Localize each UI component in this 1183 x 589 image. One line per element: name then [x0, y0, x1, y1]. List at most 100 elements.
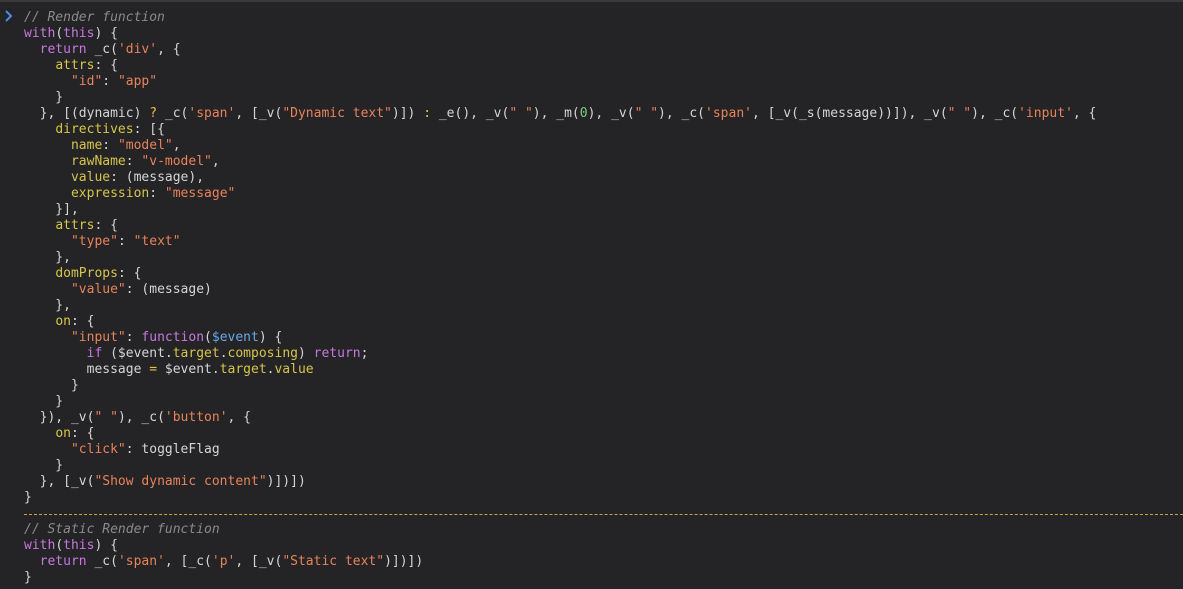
code-token: ($event. — [102, 346, 173, 361]
code-line: name: "model", — [24, 138, 1183, 154]
code-token: // Render function — [24, 10, 165, 25]
code-token: }), _v( — [24, 410, 95, 425]
code-line: } — [24, 490, 1183, 506]
code-token: 'input' — [1018, 106, 1073, 121]
code-line: expression: "message" — [24, 186, 1183, 202]
code-line: attrs: { — [24, 218, 1183, 234]
code-token: $event — [211, 330, 259, 345]
code-token: // Static Render function — [24, 522, 220, 537]
code-token: )]) — [391, 106, 424, 121]
code-token: _e(), _v( — [431, 106, 510, 121]
code-line: "input": function($event) { — [24, 330, 1183, 346]
code-token: , { — [1072, 106, 1097, 121]
code-line: }, [(dynamic) ? _c('span', [_v("Dynamic … — [24, 106, 1183, 122]
code-token: : — [125, 330, 142, 345]
code-line: }, [_v("Show dynamic content")])]) — [24, 474, 1183, 490]
code-token: "model" — [117, 138, 173, 153]
code-token: _c( — [157, 106, 189, 121]
code-line: }], — [24, 202, 1183, 218]
code-token: "click" — [70, 442, 126, 457]
code-token: $event. — [157, 362, 220, 377]
code-line: "value": (message) — [24, 282, 1183, 298]
code-token: "message" — [164, 186, 236, 201]
code-line: }, — [24, 298, 1183, 314]
code-token: : — [125, 154, 142, 169]
code-token: " " — [94, 410, 118, 425]
code-line: value: (message), — [24, 170, 1183, 186]
code-token: "Show dynamic content" — [94, 474, 267, 489]
code-line: } — [24, 570, 1183, 586]
code-line: attrs: { — [24, 58, 1183, 74]
code-token: )])]) — [384, 554, 424, 569]
code-token: : — [149, 186, 165, 201]
code-token: " " — [634, 106, 659, 121]
code-token: 'span' — [188, 106, 236, 121]
code-token: }, [(dynamic) — [24, 106, 150, 121]
code-token: ), _m( — [532, 106, 580, 121]
code-token: "id" — [70, 74, 103, 89]
code-token: _c( — [86, 554, 118, 569]
code-token: "Dynamic text" — [282, 106, 392, 121]
code-token: expression — [70, 186, 150, 201]
code-token: : { — [94, 218, 118, 233]
code-token: : — [117, 234, 134, 249]
code-token: composing — [227, 346, 298, 361]
code-token: ) { — [258, 330, 283, 345]
code-token: value — [274, 362, 314, 377]
code-line: "type": "text" — [24, 234, 1183, 250]
code-line: } — [24, 458, 1183, 474]
code-token: }, [_v( — [24, 474, 95, 489]
code-token: domProps — [55, 266, 118, 281]
code-token: : toggleFlag — [125, 442, 220, 457]
output-separator — [0, 506, 1183, 522]
code-token: ; — [360, 346, 369, 361]
code-token: on — [55, 426, 71, 441]
console-output-code: // Render function with(this) { return _c… — [24, 10, 1183, 586]
code-token: with — [24, 538, 56, 553]
code-token: , [_v(_s(message))]), _v( — [751, 106, 948, 121]
code-line: }, — [24, 250, 1183, 266]
code-token: } — [24, 90, 64, 105]
code-token: target — [219, 362, 267, 377]
code-token: 'span' — [705, 106, 752, 121]
code-token: } — [24, 378, 79, 393]
code-token: if — [86, 346, 103, 361]
code-token: "value" — [70, 282, 126, 297]
code-token: "Static text" — [282, 554, 385, 569]
code-token: }, — [24, 298, 71, 313]
code-token: }], — [24, 202, 79, 217]
code-token: } — [24, 394, 64, 409]
chevron-right-icon[interactable] — [4, 10, 14, 22]
code-line: rawName: "v-model", — [24, 154, 1183, 170]
code-token: : — [423, 106, 432, 121]
code-token: : { — [70, 426, 95, 441]
code-token: , [_v( — [235, 106, 283, 121]
code-token: } — [24, 570, 32, 585]
code-token: _c( — [86, 42, 118, 57]
code-token: , — [211, 154, 220, 169]
code-token: 0 — [579, 106, 588, 121]
code-token: ? — [149, 106, 158, 121]
code-token: : { — [70, 314, 95, 329]
code-token: rawName — [70, 154, 126, 169]
code-token: , [_c( — [164, 554, 212, 569]
code-line: } — [24, 90, 1183, 106]
code-token: ) { — [94, 538, 118, 553]
code-token: "app" — [117, 74, 158, 89]
code-line: on: { — [24, 314, 1183, 330]
code-token: : — [102, 74, 118, 89]
